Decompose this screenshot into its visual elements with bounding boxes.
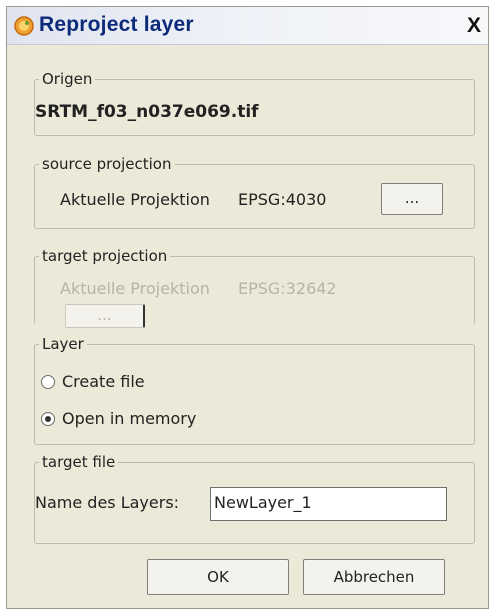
source-projection-value: EPSG:4030 — [238, 190, 327, 209]
create-file-radio[interactable] — [41, 375, 55, 389]
source-file-name: SRTM_f03_n037e069.tif — [35, 102, 259, 122]
source-projection-legend: source projection — [39, 154, 175, 174]
layer-legend: Layer — [39, 334, 87, 354]
target-projection-legend: target projection — [39, 246, 171, 266]
open-in-memory-label[interactable]: Open in memory — [62, 409, 196, 428]
layer-name-input[interactable]: NewLayer_1 — [210, 487, 447, 521]
ok-button[interactable]: OK — [147, 559, 289, 595]
target-projection-group: target projection Aktuelle Projektion EP… — [34, 246, 475, 328]
target-projection-value: EPSG:32642 — [238, 279, 337, 298]
browse-button-label: ... — [404, 189, 420, 207]
layer-name-label: Name des Layers: — [35, 493, 180, 512]
layer-group: Layer Create file Open in memory — [34, 334, 475, 445]
create-file-label[interactable]: Create file — [62, 372, 145, 391]
reproject-dialog: Reproject layer X Origen SRTM_f03_n037e0… — [6, 6, 489, 609]
origin-group: Origen SRTM_f03_n037e069.tif — [34, 69, 475, 136]
app-logo-icon — [13, 15, 35, 37]
source-projection-label: Aktuelle Projektion — [60, 190, 210, 209]
window-title: Reproject layer — [39, 13, 194, 36]
target-projection-label: Aktuelle Projektion — [60, 279, 210, 298]
title-bar[interactable]: Reproject layer X — [7, 7, 488, 45]
source-projection-group: source projection Aktuelle Projektion EP… — [34, 154, 475, 229]
target-file-legend: target file — [39, 452, 119, 472]
target-projection-browse-button[interactable]: ... — [65, 304, 145, 328]
target-file-group: target file Name des Layers: NewLayer_1 — [34, 452, 475, 544]
browse-button-label: ... — [97, 306, 112, 324]
cancel-button[interactable]: Abbrechen — [303, 559, 445, 595]
radio-selected-dot — [45, 416, 51, 422]
origin-legend: Origen — [39, 69, 96, 89]
open-in-memory-radio[interactable] — [41, 412, 55, 426]
source-projection-browse-button[interactable]: ... — [381, 183, 443, 215]
close-button[interactable]: X — [462, 15, 486, 37]
